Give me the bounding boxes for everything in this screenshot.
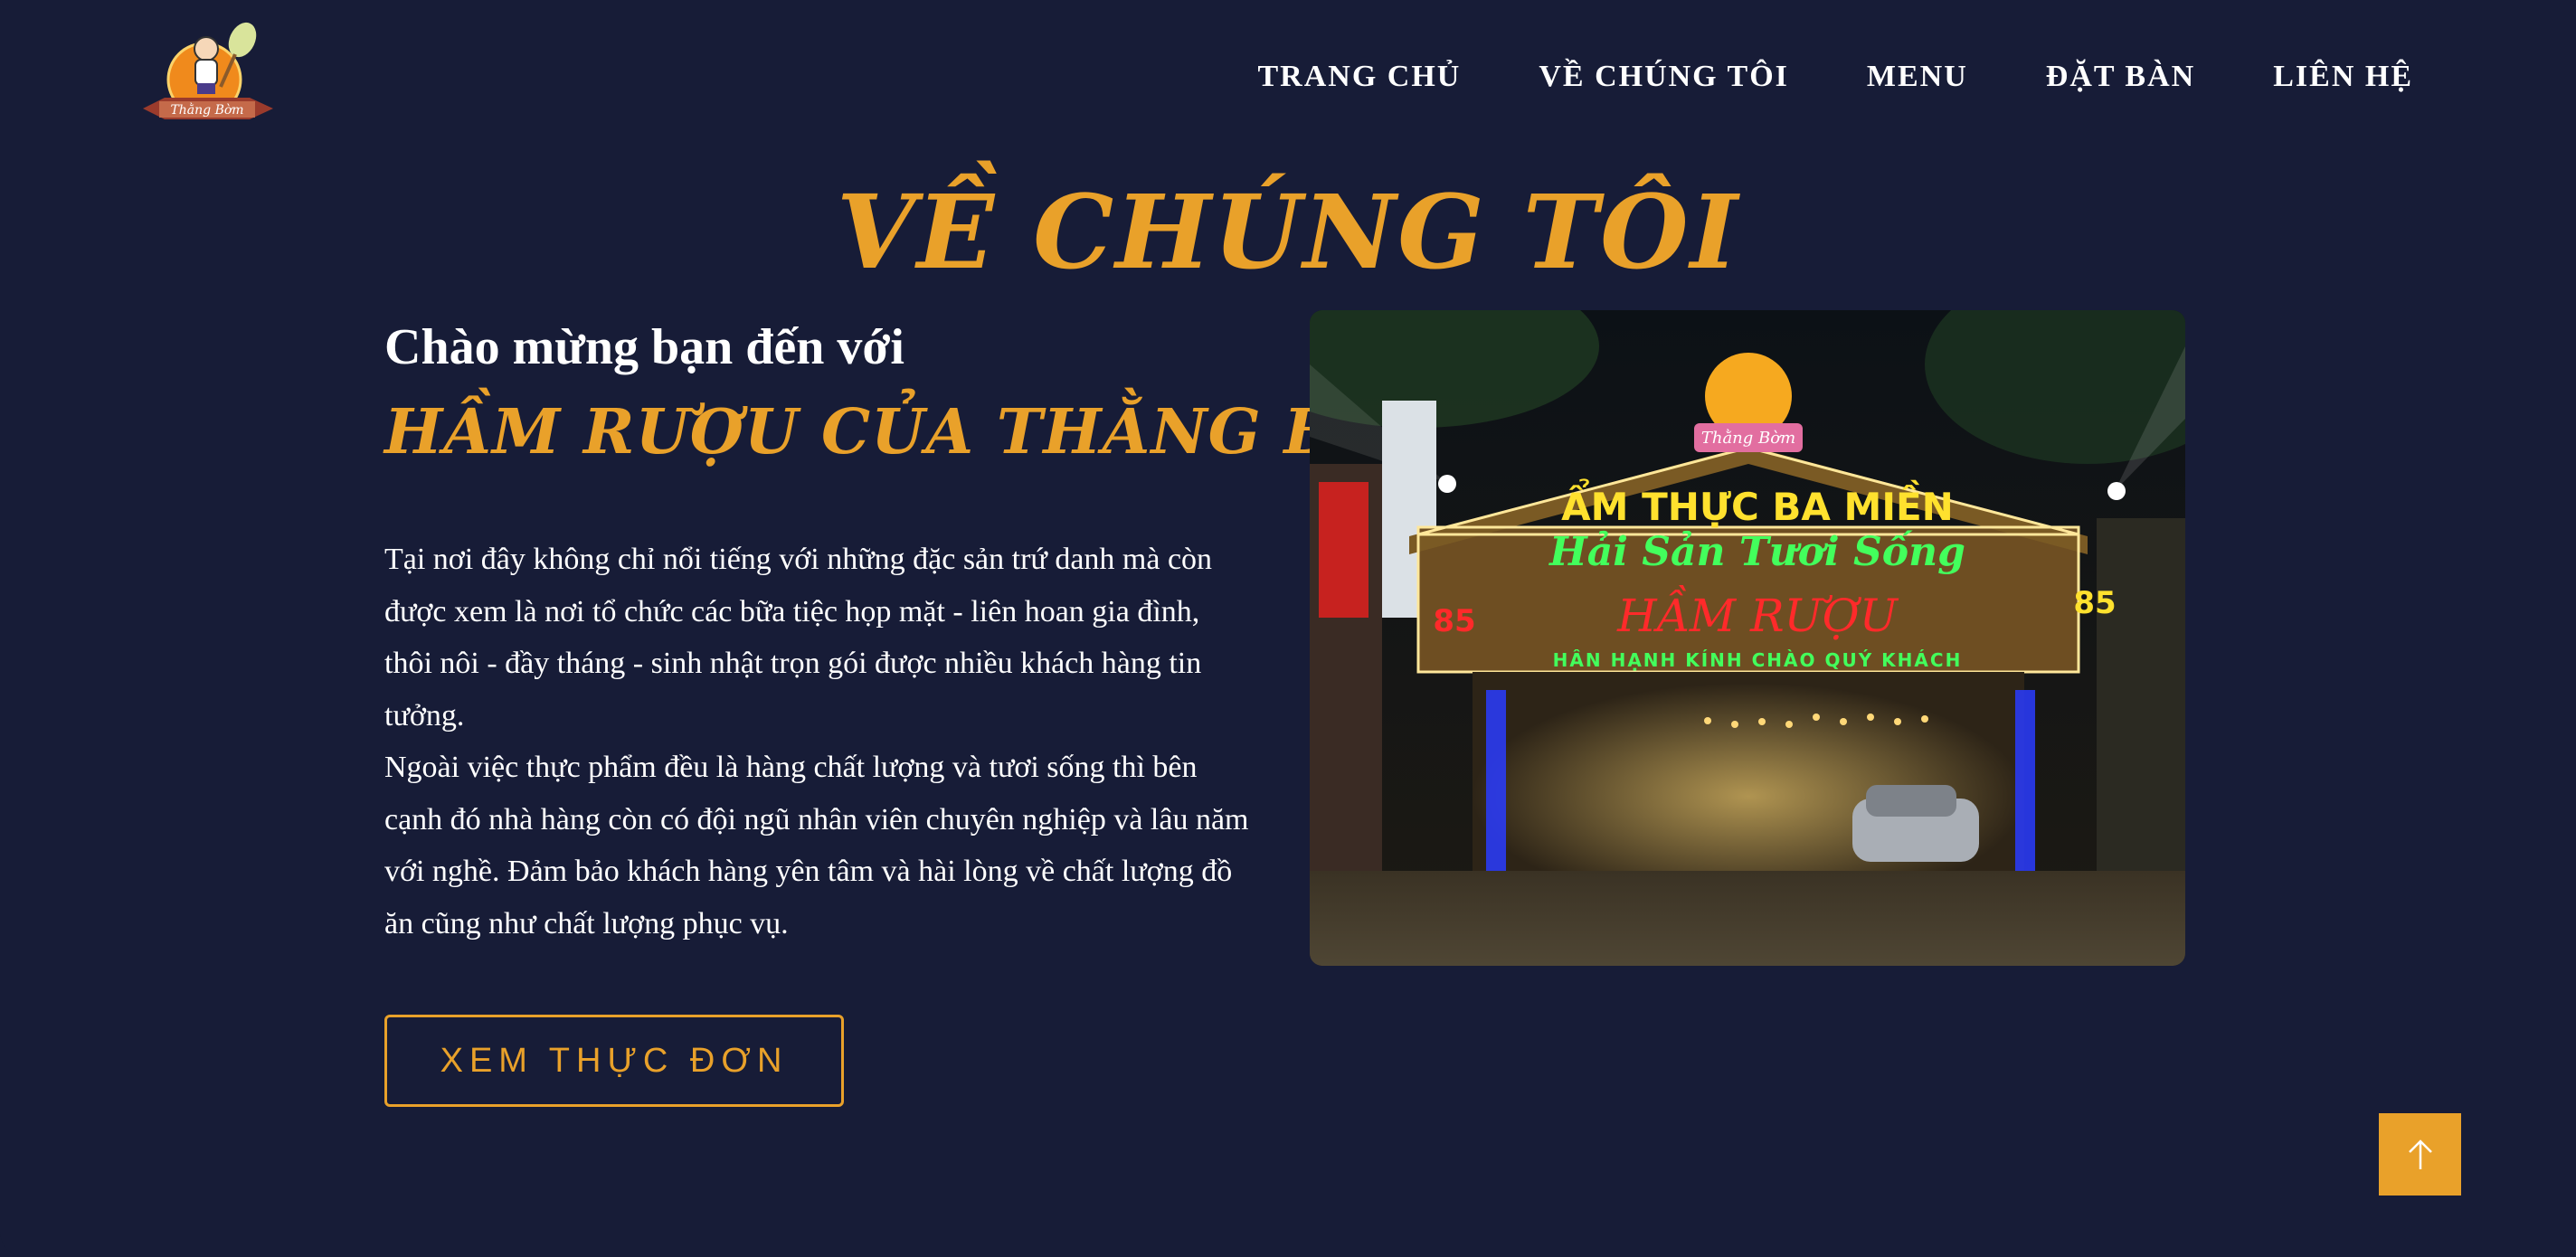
about-paragraph: Tại nơi đây không chỉ nổi tiếng với nhữn… (384, 543, 1213, 732)
about-description: Tại nơi đây không chỉ nổi tiếng với nhữn… (384, 534, 1253, 950)
gate-sign-middle: Hải Sản Tươi Sống (1548, 529, 1965, 575)
page-frame: Thằng Bờm TRANG CHỦ VỀ CHÚNG TÔI MENU ĐẶ… (0, 0, 2576, 1257)
gate-sign-bottom: HÂN HẠNH KÍNH CHÀO QUÝ KHÁCH (1553, 649, 1963, 671)
restaurant-mascot-logo-icon: Thằng Bờm (143, 22, 273, 119)
nav-item-booking[interactable]: ĐẶT BÀN (2046, 60, 2195, 94)
brand-name: HẦM RƯỢU CỦA THẰNG BỜM (384, 396, 1461, 468)
gate-logo-text: Thằng Bờm (1701, 428, 1795, 448)
view-menu-button[interactable]: XEM THỰC ĐƠN (384, 1015, 844, 1107)
nav-item-home[interactable]: TRANG CHỦ (1258, 60, 1462, 94)
scroll-to-top-button[interactable] (2379, 1113, 2461, 1196)
gate-number-right: 85 (2073, 585, 2116, 621)
restaurant-entrance-illustration: Thằng Bờm ẨM THỰC BA MIỀN Hải Sản Tươi S… (1310, 310, 2185, 966)
welcome-heading: Chào mừng bạn đến với (384, 319, 904, 375)
logo-banner-text: Thằng Bờm (170, 101, 243, 118)
nav-item-about[interactable]: VỀ CHÚNG TÔI (1539, 60, 1789, 94)
section-title: VỀ CHÚNG TÔI (836, 174, 1740, 292)
logo[interactable]: Thằng Bờm (137, 14, 279, 137)
arrow-up-icon (2408, 1139, 2432, 1169)
main-nav: TRANG CHỦ VỀ CHÚNG TÔI MENU ĐẶT BÀN LIÊN… (1180, 60, 2414, 94)
gate-number-left: 85 (1433, 603, 1475, 639)
nav-item-contact[interactable]: LIÊN HỆ (2273, 60, 2413, 94)
about-paragraph: Ngoài việc thực phẩm đều là hàng chất lư… (384, 751, 1249, 940)
gate-sign-top: ẨM THỰC BA MIỀN (1561, 477, 1954, 529)
nav-item-menu[interactable]: MENU (1867, 60, 1968, 94)
restaurant-entrance-photo: Thằng Bờm ẨM THỰC BA MIỀN Hải Sản Tươi S… (1310, 310, 2185, 966)
gate-sign-main: HẦM RƯỢU (1616, 584, 1899, 642)
